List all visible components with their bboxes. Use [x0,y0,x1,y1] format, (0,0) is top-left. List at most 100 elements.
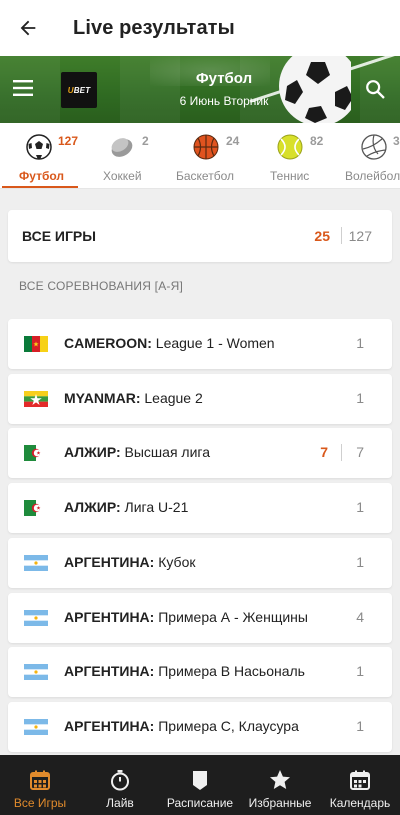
tab-label: Баскетбол [176,169,234,183]
myanmar-flag-icon [24,390,48,407]
nav-label: Избранные [248,796,312,810]
nav-label: Расписание [166,796,234,810]
sports-tab-bar: 127 Футбол 2 Хоккей 24 Баскетбол 82 Тенн… [0,123,400,189]
algeria-flag-icon [24,445,48,462]
bottom-navigation: Все Игры Лайв Расписание Избранные Кален… [0,755,400,815]
competition-row[interactable]: АРГЕНТИНА: Примера С, Клаусура 1 [8,701,392,752]
competition-name: АЛЖИР: Лига U-21 [64,499,188,515]
competition-count: 1 [356,389,364,406]
section-title: ВСЕ СОРЕВНОВАНИЯ [А-Я] [19,279,183,293]
competition-name: АРГЕНТИНА: Кубок [64,554,195,570]
competition-name: MYANMAR: League 2 [64,390,203,406]
competition-live-count: 7 [320,444,328,461]
calendar-icon [350,770,370,790]
nav-label: Все Игры [13,796,67,810]
competition-row[interactable]: MYANMAR: League 2 1 [8,373,392,424]
tab-count: 2 [142,134,149,148]
stopwatch-icon [111,770,129,791]
star-icon [270,770,290,789]
argentina-flag-icon [24,718,48,735]
calendar-grid-icon [30,770,50,790]
all-games-label: ВСЕ ИГРЫ [22,228,96,244]
banner-sport-title: Футбол [195,70,253,87]
competition-row[interactable]: АРГЕНТИНА: Примера В Насьональ 1 [8,647,392,698]
competition-row[interactable]: АЛЖИР: Высшая лига 7 7 [8,428,392,479]
competition-name: АРГЕНТИНА: Примера С, Клаусура [64,718,299,734]
argentina-flag-icon [24,554,48,571]
basketball-icon [193,134,219,160]
soccer-ball-image [279,56,351,123]
live-count: 25 [314,228,330,244]
tab-football[interactable]: 127 Футбол [0,123,80,188]
country-name: АРГЕНТИНА: [64,608,155,625]
competition-count: 4 [356,608,364,625]
argentina-flag-icon [24,664,48,681]
search-icon[interactable] [364,78,386,100]
algeria-flag-icon [24,500,48,517]
league-name: Примера В Насьональ [154,663,305,680]
tab-count: 24 [226,134,240,148]
tab-basketball[interactable]: 24 Баскетбол [172,123,252,188]
country-name: CAMEROON: [64,335,152,351]
nav-live[interactable]: Лайв [80,755,160,815]
nav-schedule[interactable]: Расписание [160,755,240,815]
nav-label: Лайв [106,796,134,810]
tab-label: Волейбол [345,169,400,183]
tab-label: Футбол [19,169,65,183]
cameroon-flag-icon [24,336,48,352]
competition-count: 1 [356,663,364,680]
soccer-ball-icon [26,134,52,160]
competition-name: АРГЕНТИНА: Примера В Насьональ [64,663,305,679]
tab-count: 3 [393,134,400,148]
hockey-puck-icon [111,138,133,157]
nav-calendar[interactable]: Календарь [320,755,400,815]
tab-tennis[interactable]: 82 Теннис [262,123,342,188]
count-divider [341,444,342,462]
page-title: Live результаты [73,16,235,39]
competition-row[interactable]: CAMEROON: League 1 - Women 1 [8,319,392,369]
competition-row[interactable]: АРГЕНТИНА: Примера А - Женщины 4 [8,592,392,643]
country-name: АРГЕНТИНА: [64,553,155,570]
competition-count: 1 [356,499,364,516]
competition-count: 1 [356,553,364,570]
tab-volleyball[interactable]: 3 Волейбол [345,123,400,188]
tab-label: Хоккей [103,169,142,183]
argentina-flag-icon [24,609,48,626]
country-name: АЛЖИР: [64,499,121,516]
active-tab-indicator [2,186,78,188]
competition-row[interactable]: АЛЖИР: Лига U-21 1 [8,483,392,534]
nav-favorites[interactable]: Избранные [240,755,320,815]
competition-name: АЛЖИР: Высшая лига [64,444,210,460]
country-name: АРГЕНТИНА: [64,663,155,680]
league-name: Примера А - Женщины [154,608,308,625]
competition-row[interactable]: АРГЕНТИНА: Кубок 1 [8,537,392,588]
league-name: League 1 - Women [151,335,275,351]
all-games-row[interactable]: ВСЕ ИГРЫ 25 127 [8,210,392,262]
volleyball-icon [361,134,387,160]
league-name: League 2 [140,389,203,406]
league-name: Кубок [154,553,196,570]
country-name: АЛЖИР: [64,444,121,461]
country-name: MYANMAR: [64,389,141,406]
competition-count: 1 [356,717,364,734]
tab-label: Теннис [270,169,310,183]
nav-label: Календарь [329,796,391,810]
banner-date: 6 Июнь Вторник [179,94,269,108]
back-arrow-icon[interactable] [0,0,56,56]
country-name: АРГЕНТИНА: [64,717,155,734]
count-divider [341,227,342,244]
league-name: Примера С, Клаусура [154,717,299,734]
competition-count: 1 [356,335,364,351]
total-count: 127 [348,228,372,244]
app-bar: Live результаты [0,0,400,56]
competition-name: CAMEROON: League 1 - Women [64,335,275,351]
nav-all-games[interactable]: Все Игры [0,755,80,815]
tab-hockey[interactable]: 2 Хоккей [92,123,162,188]
tab-count: 127 [58,134,79,148]
competition-name: АРГЕНТИНА: Примера А - Женщины [64,609,308,625]
league-name: Лига U-21 [120,499,189,516]
tennis-ball-icon [277,134,303,160]
tab-count: 82 [310,134,324,148]
schedule-icon [193,771,207,790]
competition-count: 7 [356,444,364,461]
